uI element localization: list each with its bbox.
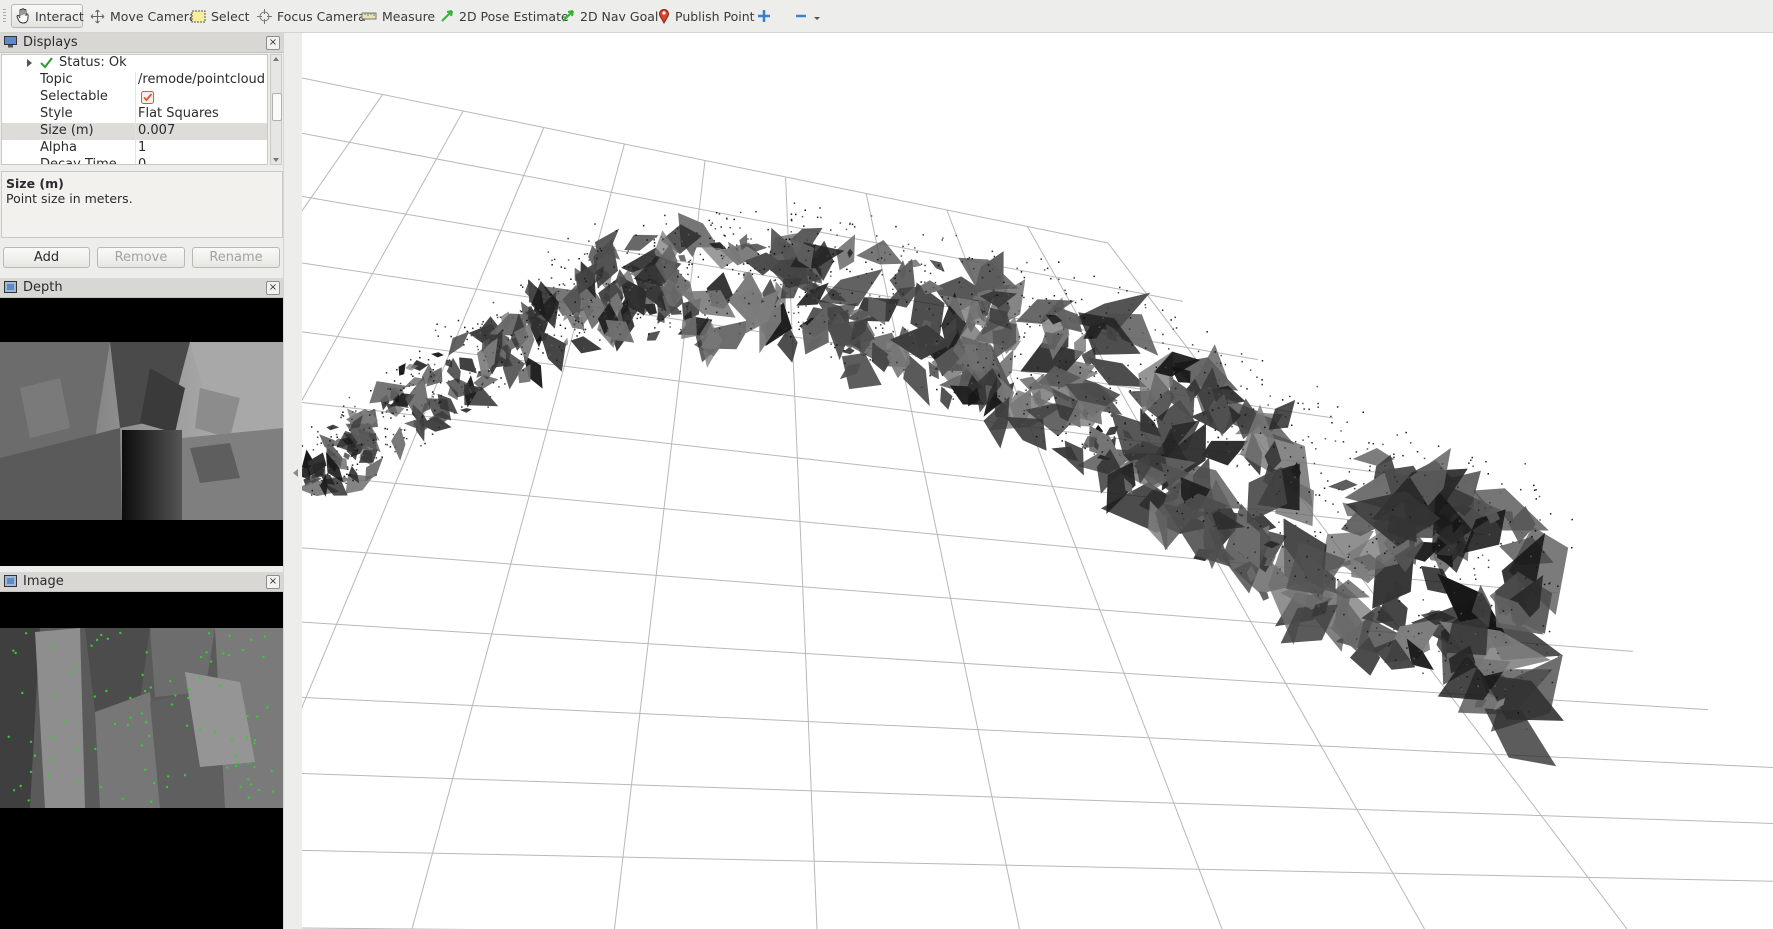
scrollbar-thumb[interactable] — [272, 93, 282, 121]
toolbar: Interact Move Camera Select Focus Camera… — [0, 0, 1773, 33]
ruler-icon — [361, 12, 377, 20]
2d-pose-estimate-tool-button[interactable]: 2D Pose Estimate — [436, 4, 573, 28]
3d-viewport[interactable] — [302, 33, 1773, 929]
green-arrow-icon — [441, 10, 453, 22]
2d-nav-goal-label: 2D Nav Goal — [580, 8, 659, 24]
depth-image — [0, 342, 283, 520]
hand-icon — [16, 8, 29, 24]
size-value[interactable]: 0.007 — [138, 123, 175, 138]
minus-dropdown-icon — [796, 14, 820, 20]
alpha-key: Alpha — [40, 140, 77, 155]
green-arrow-icon — [562, 10, 574, 22]
image-view-icon — [4, 575, 17, 587]
depth-panel-title: Depth — [23, 280, 63, 295]
selectable-key: Selectable — [40, 89, 108, 104]
publish-point-label: Publish Point — [675, 8, 755, 24]
topic-key: Topic — [40, 72, 73, 87]
properties-scrollbar[interactable] — [270, 54, 282, 165]
interact-tool-button[interactable]: Interact — [11, 4, 84, 28]
image-panel-header: Image × — [0, 572, 283, 592]
close-depth-button[interactable]: × — [266, 281, 280, 295]
remove-display-button[interactable]: Remove — [97, 247, 185, 268]
depth-panel-header: Depth × — [0, 278, 283, 298]
tree-row-alpha[interactable]: Alpha 1 — [2, 140, 267, 157]
select-tool-button[interactable]: Select — [187, 4, 254, 28]
select-label: Select — [211, 8, 250, 24]
measure-tool-button[interactable]: Measure — [357, 4, 439, 28]
checkmark-icon — [40, 57, 53, 69]
decay-time-key: Decay Time — [40, 157, 117, 165]
alpha-value[interactable]: 1 — [138, 140, 146, 155]
add-tool-button[interactable] — [753, 4, 775, 28]
move-camera-icon — [90, 9, 105, 23]
move-camera-tool-button[interactable]: Move Camera — [86, 4, 201, 28]
displays-panel-header: Displays × — [0, 33, 283, 53]
point-cloud — [302, 202, 1573, 767]
measure-label: Measure — [382, 8, 436, 24]
description-text: Point size in meters. — [6, 191, 133, 206]
map-pin-icon — [659, 9, 669, 24]
toolbar-grip[interactable] — [3, 9, 6, 23]
camera-image-view[interactable] — [0, 592, 283, 929]
tree-row-decay-time[interactable]: Decay Time 0 — [2, 157, 267, 165]
tree-row-style[interactable]: Style Flat Squares — [2, 106, 267, 123]
3d-scene — [302, 77, 1773, 929]
camera-image — [0, 628, 283, 808]
focus-camera-tool-button[interactable]: Focus Camera — [253, 4, 370, 28]
selectable-checkbox[interactable] — [141, 91, 154, 104]
select-box-icon — [191, 10, 206, 22]
close-image-button[interactable]: × — [266, 575, 280, 589]
tree-row-status[interactable]: Status: Ok — [2, 55, 267, 72]
collapse-arrow-icon[interactable] — [293, 469, 298, 477]
scroll-up-icon[interactable] — [273, 57, 279, 61]
focus-camera-label: Focus Camera — [277, 8, 366, 24]
depth-image-view[interactable] — [0, 298, 283, 566]
status-text: Status: Ok — [59, 55, 127, 70]
crosshair-icon — [257, 8, 272, 24]
scroll-down-icon[interactable] — [273, 158, 279, 162]
close-displays-button[interactable]: × — [266, 36, 280, 50]
style-value[interactable]: Flat Squares — [138, 106, 219, 121]
tree-row-size[interactable]: Size (m) 0.007 — [2, 123, 267, 140]
size-key: Size (m) — [40, 123, 94, 138]
image-view-icon — [4, 281, 17, 293]
property-description: Size (m) Point size in meters. — [1, 171, 283, 238]
style-key: Style — [40, 106, 73, 121]
publish-point-tool-button[interactable]: Publish Point — [654, 4, 759, 28]
displays-panel-title: Displays — [23, 35, 78, 50]
image-panel-title: Image — [23, 574, 64, 589]
decay-time-value[interactable]: 0 — [138, 157, 146, 164]
move-camera-label: Move Camera — [110, 8, 197, 24]
properties-tree: Status: Ok Topic /remode/pointcloud Sele… — [1, 54, 268, 165]
2d-nav-goal-tool-button[interactable]: 2D Nav Goal — [557, 4, 662, 28]
expand-triangle-icon[interactable] — [27, 59, 32, 67]
tree-row-selectable[interactable]: Selectable — [2, 89, 267, 106]
description-title: Size (m) — [6, 176, 64, 191]
plus-icon — [758, 10, 770, 22]
interact-label: Interact — [35, 8, 84, 24]
add-display-button[interactable]: Add — [3, 247, 90, 268]
rename-display-button[interactable]: Rename — [192, 247, 280, 268]
topic-value[interactable]: /remode/pointcloud — [138, 72, 265, 87]
remove-tool-menu-button[interactable] — [791, 4, 825, 28]
2d-pose-estimate-label: 2D Pose Estimate — [459, 8, 569, 24]
monitor-icon — [4, 36, 17, 48]
ground-grid — [302, 77, 1773, 929]
tree-row-topic[interactable]: Topic /remode/pointcloud — [2, 72, 267, 89]
panel-splitter[interactable] — [283, 33, 302, 929]
